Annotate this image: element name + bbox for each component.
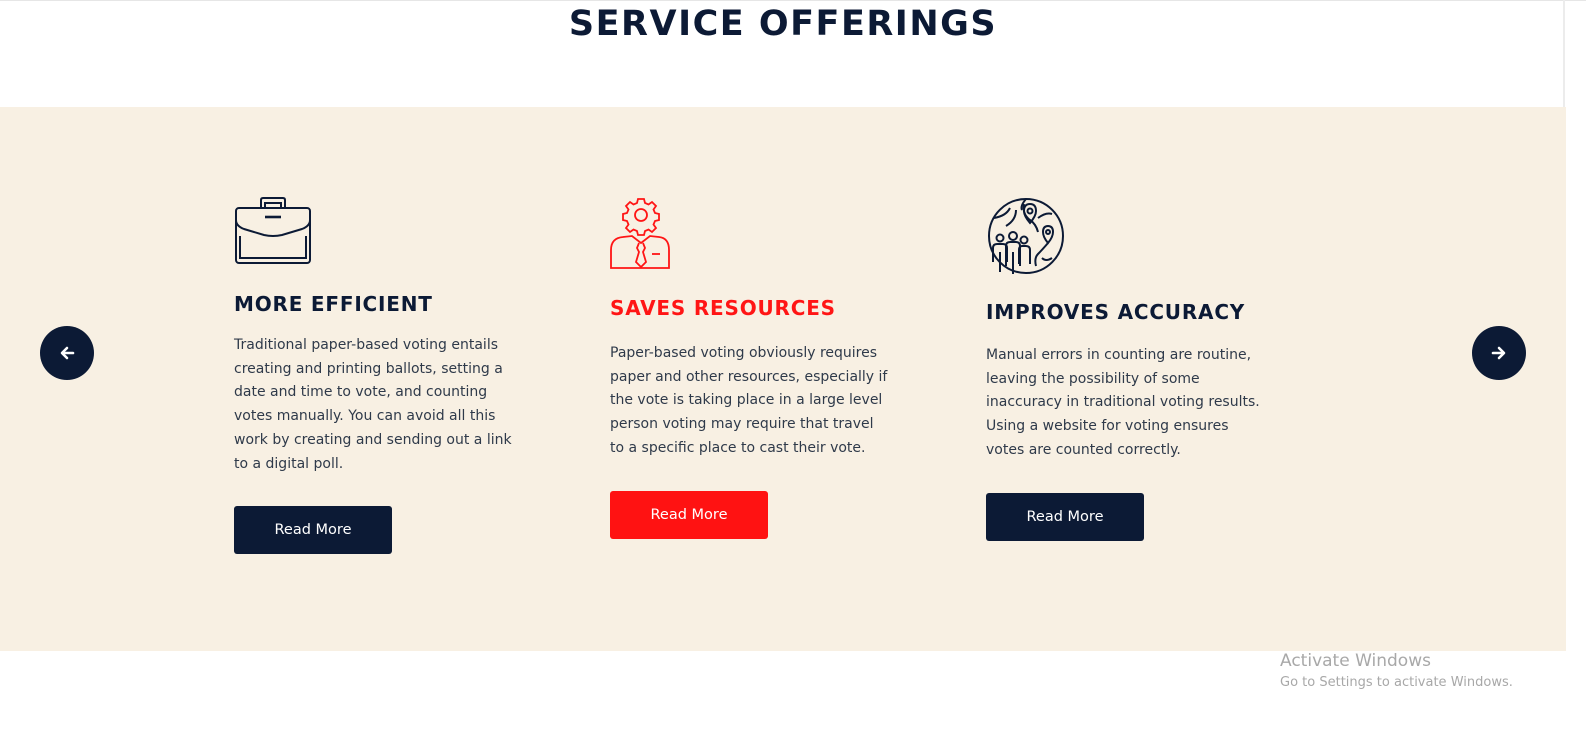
card-description: Traditional paper-based voting entails c… [234, 337, 512, 472]
arrow-right-icon [1491, 345, 1507, 361]
card-description: Paper-based voting obviously requires pa… [610, 345, 888, 456]
read-more-button[interactable]: Read More [986, 492, 1144, 541]
service-card-improves-accuracy: IMPROVES ACCURACY Manual errors in count… [986, 196, 1276, 541]
read-more-button[interactable]: Read More [234, 506, 392, 555]
watermark-subtitle: Go to Settings to activate Windows. [1280, 675, 1513, 690]
globe-people-location-icon [986, 196, 1276, 280]
card-title: MORE EFFICIENT [234, 292, 433, 316]
carousel-next-button[interactable] [1472, 326, 1526, 380]
top-divider [0, 0, 1586, 1]
service-card-more-efficient: MORE EFFICIENT Traditional paper-based v… [234, 196, 524, 555]
briefcase-icon [234, 196, 524, 270]
windows-activation-watermark: Activate Windows Go to Settings to activ… [1280, 650, 1513, 692]
card-title: IMPROVES ACCURACY [986, 300, 1246, 324]
card-title: SAVES RESOURCES [610, 296, 836, 320]
watermark-title: Activate Windows [1280, 651, 1431, 671]
carousel-prev-button[interactable] [40, 326, 94, 380]
arrow-left-icon [59, 345, 75, 361]
person-gear-icon [610, 196, 900, 274]
card-description: Manual errors in counting are routine, l… [986, 347, 1260, 458]
page: SERVICE OFFERINGS MORE EFFICIENT Traditi… [0, 0, 1586, 732]
service-card-saves-resources: SAVES RESOURCES Paper-based voting obvio… [610, 196, 900, 539]
section-title: SERVICE OFFERINGS [568, 4, 998, 44]
read-more-button[interactable]: Read More [610, 490, 768, 539]
